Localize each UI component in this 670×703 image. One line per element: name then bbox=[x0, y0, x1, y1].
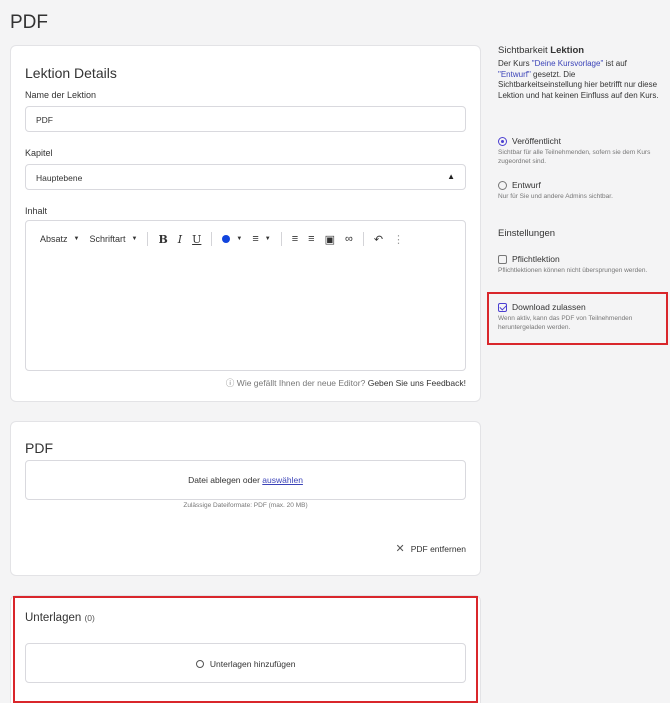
draft-status-text: "Entwurf" bbox=[498, 69, 531, 79]
page-title: PDF bbox=[10, 12, 48, 33]
chapter-select[interactable]: Hauptebene ▲︎ bbox=[25, 164, 466, 190]
editor-toolbar: Absatz ▼ Schriftart ▼ B I U ▼ ≡ ▼ ≡ ≡ ▣ … bbox=[40, 232, 414, 246]
text-color-dropdown[interactable]: ▼ bbox=[222, 235, 242, 243]
materials-title: Unterlagen (0) bbox=[25, 612, 95, 624]
pdf-card-title: PDF bbox=[25, 440, 53, 456]
materials-count: (0) bbox=[84, 613, 95, 623]
published-label: Veröffentlicht bbox=[512, 136, 561, 146]
caret-down-icon: ▼ bbox=[264, 236, 271, 242]
add-materials-label: Unterlagen hinzufügen bbox=[209, 659, 296, 669]
visibility-text-1: Der Kurs bbox=[498, 59, 530, 68]
chapter-select-value: Hauptebene bbox=[36, 173, 83, 183]
visibility-section: Sichtbarkeit Lektion Der Kurs "Deine Kur… bbox=[498, 45, 660, 101]
align-dropdown[interactable]: ≡ ▼ bbox=[252, 233, 270, 245]
required-lesson-option[interactable]: Pflichtlektion Pflichtlektionen können n… bbox=[498, 254, 658, 275]
caret-down-icon: ▼ bbox=[236, 236, 243, 242]
feedback-question: Wie gefällt Ihnen der neue Editor? bbox=[236, 378, 366, 388]
plus-circle-icon bbox=[195, 660, 204, 668]
align-left-icon: ≡ bbox=[252, 233, 259, 245]
radio-icon[interactable] bbox=[498, 180, 507, 190]
pdf-dropzone[interactable]: Datei ablegen oder auswählen bbox=[25, 460, 466, 500]
radio-selected-icon[interactable] bbox=[498, 136, 507, 146]
more-vertical-icon[interactable]: ⋮ bbox=[393, 233, 404, 246]
visibility-title-prefix: Sichtbarkeit bbox=[498, 45, 548, 56]
select-file-link[interactable]: auswählen bbox=[262, 475, 303, 485]
visibility-info: Der Kurs "Deine Kursvorlage" ist auf "En… bbox=[498, 59, 660, 101]
dropzone-text: Datei ablegen oder bbox=[188, 475, 260, 485]
checkbox-checked-icon[interactable] bbox=[498, 302, 507, 312]
visibility-title-bold: Lektion bbox=[550, 45, 585, 56]
content-label: Inhalt bbox=[25, 206, 48, 216]
undo-icon[interactable]: ↶ bbox=[374, 233, 383, 246]
bullet-list-icon[interactable]: ≡ bbox=[292, 233, 298, 245]
download-desc: Wenn aktiv, kann das PDF von Teilnehmend… bbox=[498, 315, 633, 331]
published-desc: Sichtbar für alle Teilnehmenden, sofern … bbox=[498, 149, 651, 165]
rich-text-editor[interactable]: Absatz ▼ Schriftart ▼ B I U ▼ ≡ ▼ ≡ ≡ ▣ … bbox=[25, 220, 466, 371]
select-arrows-icon: ▲︎ bbox=[447, 172, 455, 181]
lesson-details-title: Lektion Details bbox=[25, 65, 117, 81]
formats-hint: Zulässige Dateiformate: PDF (max. 20 MB) bbox=[183, 502, 308, 509]
close-icon: ✕ bbox=[395, 543, 405, 555]
numbered-list-icon[interactable]: ≡ bbox=[308, 233, 314, 245]
link-icon[interactable]: ∞ bbox=[345, 233, 353, 245]
italic-icon[interactable]: I bbox=[178, 233, 182, 246]
required-label: Pflichtlektion bbox=[512, 254, 560, 264]
course-name-link[interactable]: "Deine Kursvorlage" bbox=[532, 59, 604, 68]
underline-icon[interactable]: U bbox=[192, 233, 201, 246]
toolbar-divider bbox=[211, 232, 213, 246]
required-desc: Pflichtlektionen können nicht übersprung… bbox=[498, 267, 648, 274]
lesson-name-label: Name der Lektion bbox=[25, 90, 97, 100]
lesson-name-input[interactable]: PDF bbox=[25, 106, 466, 132]
paragraph-format-dropdown[interactable]: Absatz ▼ bbox=[40, 234, 79, 244]
paragraph-format-label: Absatz bbox=[40, 234, 68, 244]
feedback-link[interactable]: Geben Sie uns Feedback! bbox=[368, 378, 466, 388]
remove-pdf-label: PDF entfernen bbox=[410, 543, 466, 554]
toolbar-divider bbox=[147, 232, 149, 246]
lesson-details-card: Lektion Details Name der Lektion PDF Kap… bbox=[10, 45, 481, 402]
materials-title-text: Unterlagen bbox=[25, 612, 82, 624]
checkbox-icon[interactable] bbox=[498, 254, 507, 264]
font-label: Schriftart bbox=[89, 234, 126, 244]
draft-label: Entwurf bbox=[512, 180, 541, 190]
toolbar-divider bbox=[362, 232, 364, 246]
visibility-text-2: ist auf bbox=[605, 59, 627, 68]
download-label: Download zulassen bbox=[512, 302, 586, 312]
settings-title: Einstellungen bbox=[498, 228, 556, 239]
bold-icon[interactable]: B bbox=[158, 233, 167, 246]
editor-feedback: ⓘ Wie gefällt Ihnen der neue Editor? Geb… bbox=[226, 377, 466, 389]
remove-pdf-button[interactable]: ✕ PDF entfernen bbox=[396, 542, 467, 555]
image-icon[interactable]: ▣ bbox=[325, 233, 335, 246]
font-dropdown[interactable]: Schriftart ▼ bbox=[89, 234, 137, 244]
visibility-title: Sichtbarkeit Lektion bbox=[498, 45, 660, 56]
caret-down-icon: ▼ bbox=[131, 236, 138, 242]
chapter-label: Kapitel bbox=[25, 148, 53, 158]
draft-desc: Nur für Sie und andere Admins sichtbar. bbox=[498, 193, 613, 200]
materials-card: Unterlagen (0) Unterlagen hinzufügen bbox=[10, 595, 481, 703]
caret-down-icon: ▼ bbox=[73, 236, 80, 242]
add-materials-button[interactable]: Unterlagen hinzufügen bbox=[25, 643, 466, 683]
pdf-card: PDF Datei ablegen oder auswählen Zulässi… bbox=[10, 421, 481, 576]
toolbar-divider bbox=[280, 232, 282, 246]
draft-option[interactable]: Entwurf Nur für Sie und andere Admins si… bbox=[498, 180, 658, 201]
published-option[interactable]: Veröffentlicht Sichtbar für alle Teilneh… bbox=[498, 136, 658, 166]
info-icon: ⓘ bbox=[225, 378, 235, 388]
color-swatch-icon bbox=[222, 235, 231, 243]
allow-download-option[interactable]: Download zulassen Wenn aktiv, kann das P… bbox=[498, 302, 658, 332]
